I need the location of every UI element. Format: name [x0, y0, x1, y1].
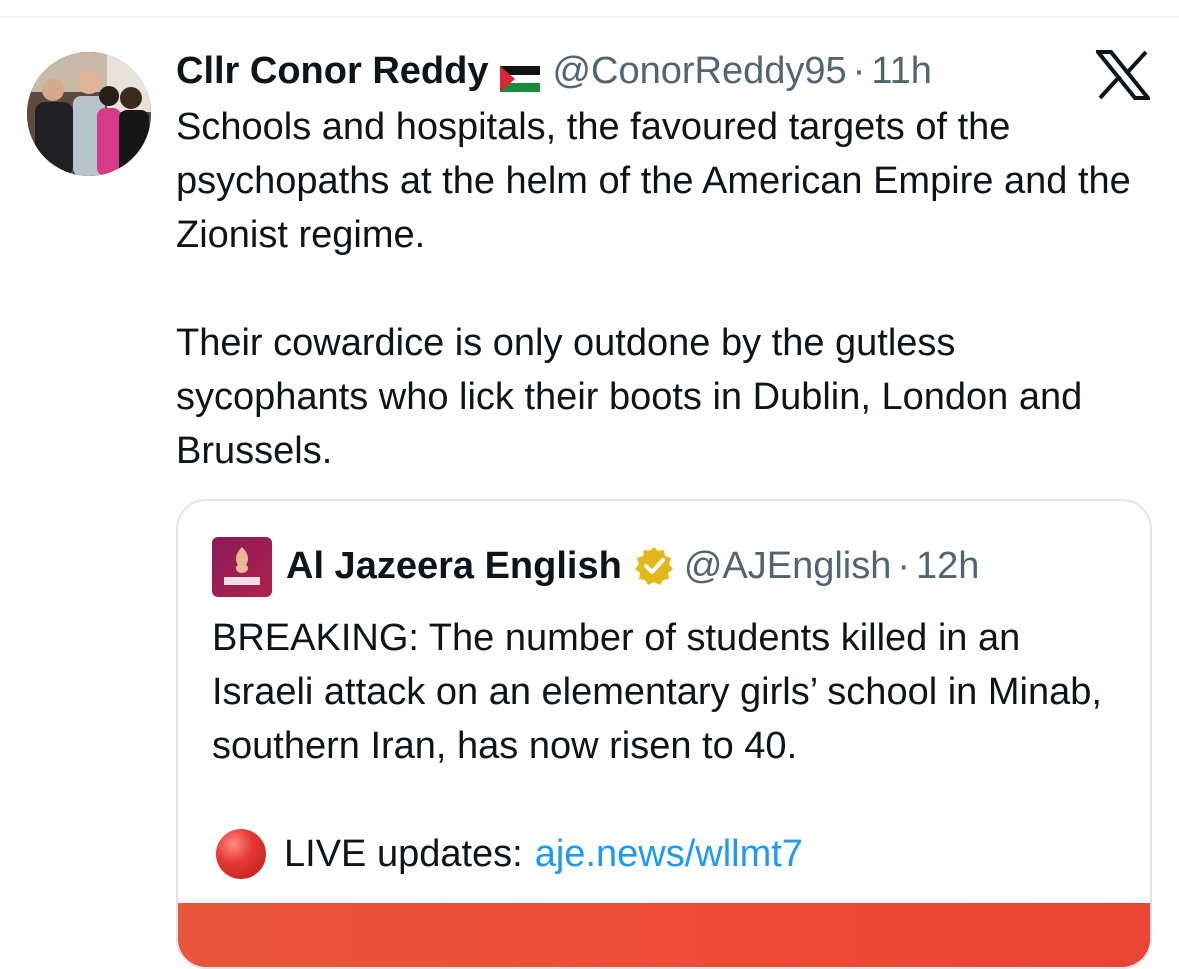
- red-circle-icon: [216, 829, 266, 879]
- quoted-author-avatar[interactable]: [212, 537, 272, 597]
- live-updates-label: LIVE updates:: [284, 833, 523, 875]
- avatar-photo: [27, 52, 151, 176]
- tweet-paragraph: Schools and hospitals, the favoured targ…: [176, 106, 1131, 256]
- palestine-flag-icon: [500, 59, 541, 92]
- quoted-tweet-header: Al Jazeera English @AJEnglish · 12h: [286, 541, 979, 591]
- gold-verified-badge-icon: [632, 544, 676, 588]
- tweet-paragraph: Their cowardice is only outdone by the g…: [176, 322, 1083, 472]
- quoted-tweet-body: BREAKING: The number of students killed …: [212, 617, 1102, 767]
- x-logo-icon: [1093, 50, 1153, 100]
- quoted-tweet-card[interactable]: Al Jazeera English @AJEnglish · 12h BREA…: [176, 499, 1152, 969]
- quoted-tweet-time[interactable]: 12h: [916, 545, 979, 588]
- top-divider: [0, 16, 1179, 18]
- separator-dot: ·: [852, 49, 866, 92]
- tweet-text: Schools and hospitals, the favoured targ…: [176, 100, 1156, 478]
- al-jazeera-logo-icon: [212, 537, 272, 597]
- tweet: Cllr Conor Reddy @ConorReddy95 · 11h Sch…: [0, 0, 1179, 969]
- quoted-tweet-media[interactable]: [178, 903, 1150, 967]
- quoted-author-handle[interactable]: @AJEnglish: [684, 545, 892, 588]
- tweet-time[interactable]: 11h: [871, 50, 932, 93]
- live-updates-link[interactable]: aje.news/wllmt7: [535, 827, 803, 881]
- separator-dot: ·: [897, 544, 911, 587]
- live-updates-line: LIVE updates: aje.news/wllmt7: [212, 827, 1132, 881]
- quoted-tweet-text: BREAKING: The number of students killed …: [212, 611, 1132, 881]
- tweet-header: Cllr Conor Reddy @ConorReddy95 · 11h: [176, 48, 932, 94]
- author-avatar[interactable]: [27, 52, 151, 176]
- author-handle[interactable]: @ConorReddy95: [552, 50, 846, 93]
- author-name[interactable]: Cllr Conor Reddy: [176, 50, 488, 93]
- quoted-author-name[interactable]: Al Jazeera English: [286, 545, 622, 588]
